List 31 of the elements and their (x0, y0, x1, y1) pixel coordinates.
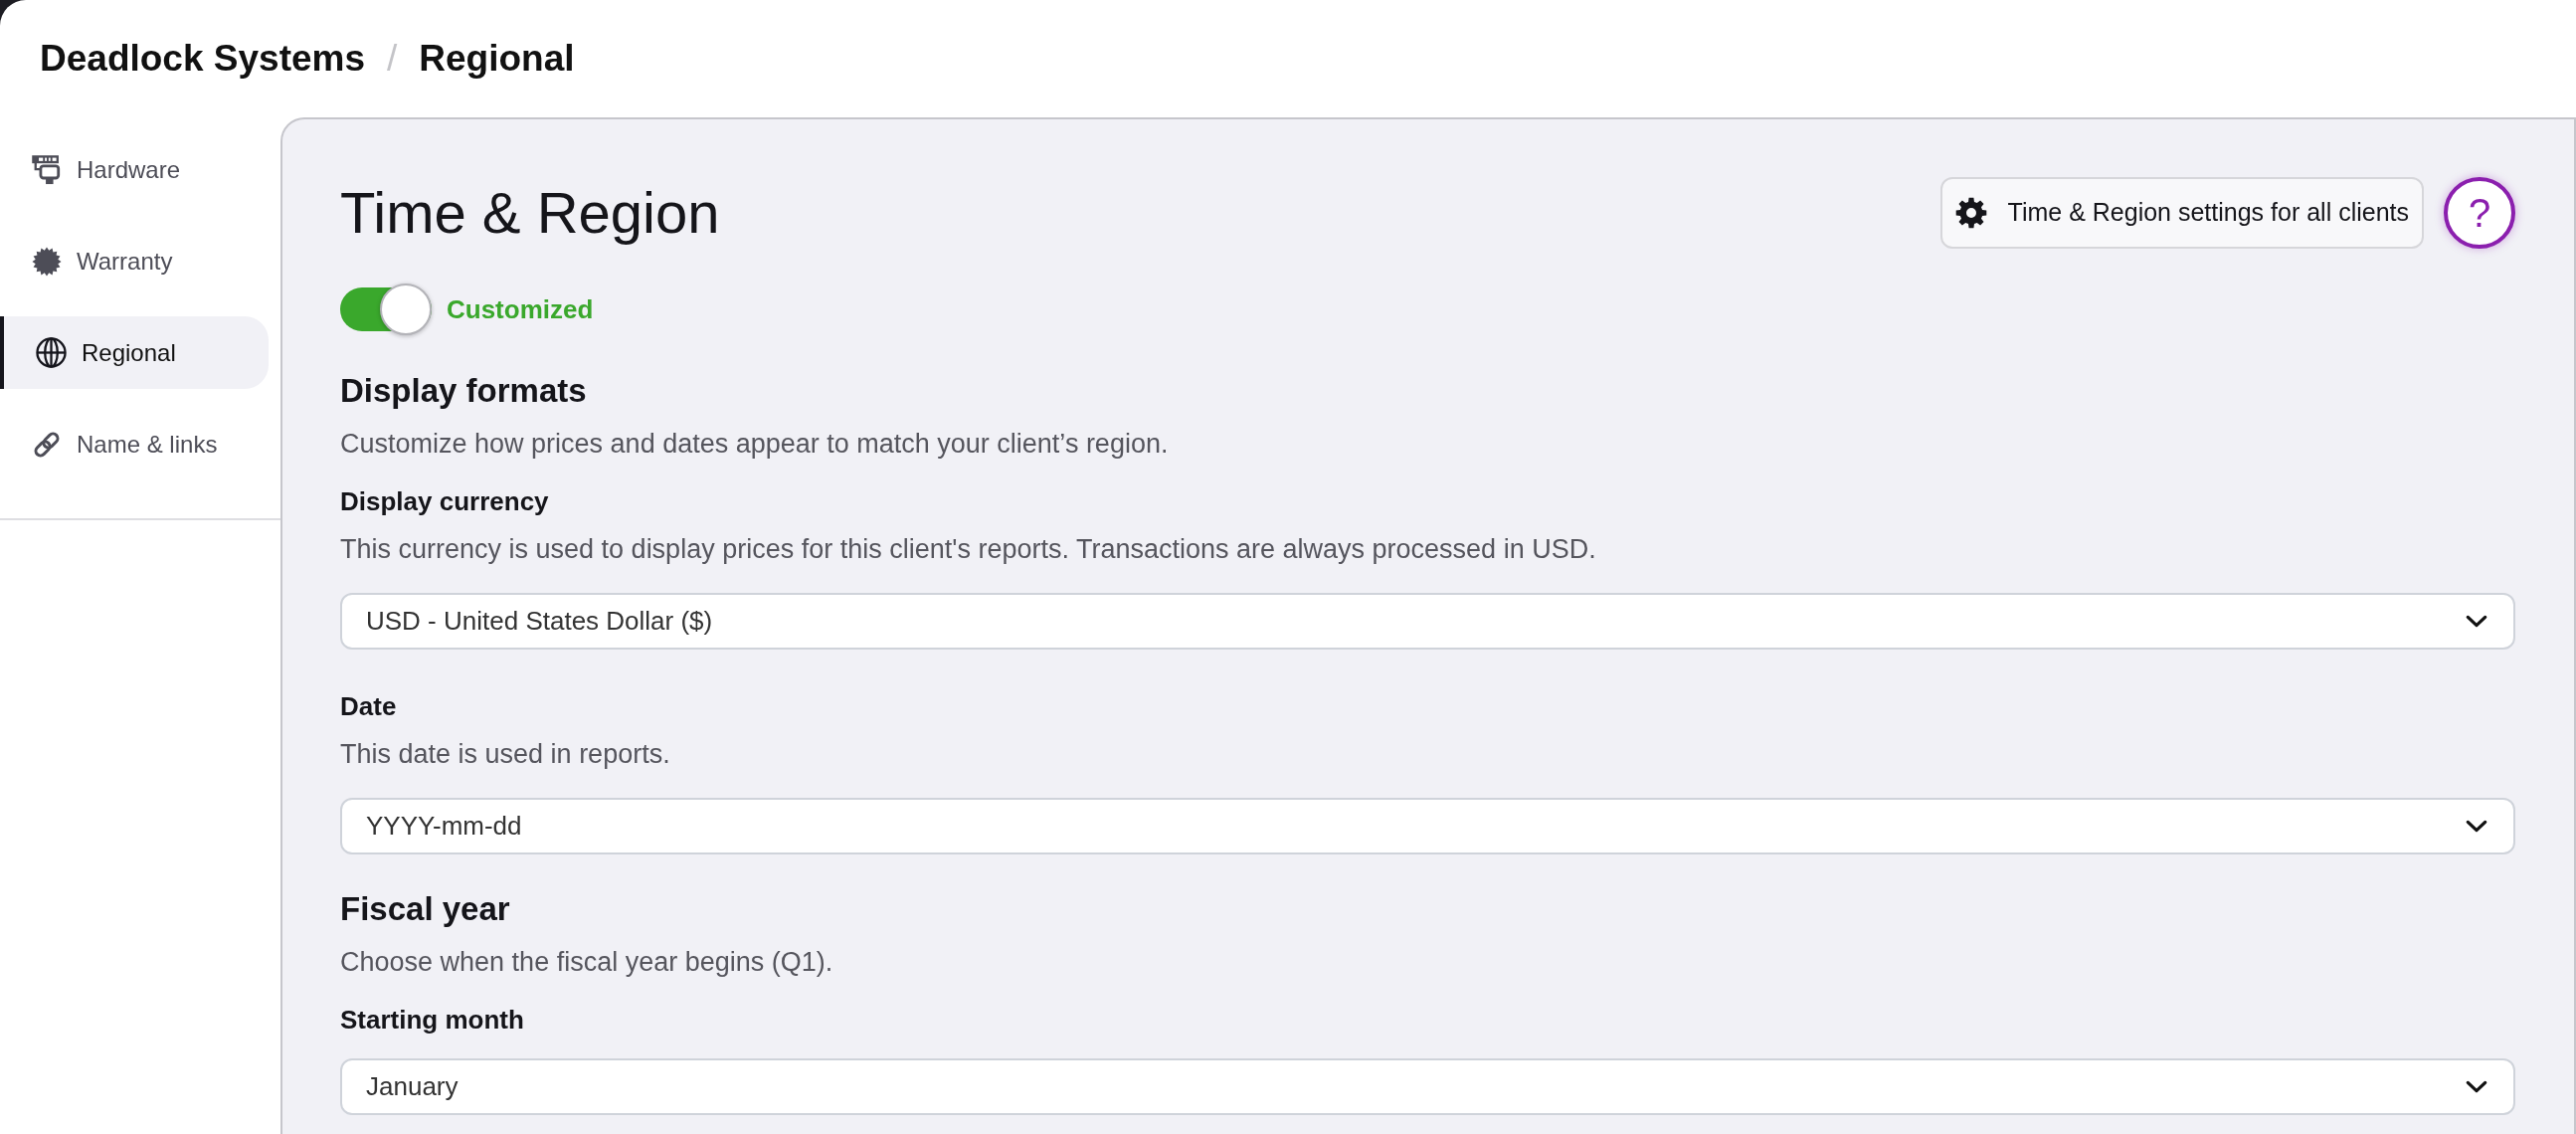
sidebar-item[interactable]: Name & links (0, 408, 269, 480)
sidebar-item[interactable]: Regional (0, 316, 269, 389)
field-label: Date (340, 690, 398, 723)
field-label: Starting month (340, 1004, 525, 1037)
help-button[interactable]: ? (2444, 177, 2515, 249)
dropdown-field[interactable]: USD - United States Dollar ($) (340, 593, 2515, 650)
page-title: Time & Region (340, 179, 721, 247)
toggle-label: Customized (447, 292, 594, 326)
dropdown-field[interactable]: YYYY-mm-dd (340, 798, 2515, 854)
section-description: Customize how prices and dates appear to match your client’s region. (340, 428, 1170, 461)
seal-icon (32, 246, 62, 277)
dropdown-field[interactable]: January (340, 1058, 2515, 1115)
sidebar-item[interactable]: Hardware (0, 133, 269, 206)
field-label: Display currency (340, 485, 550, 518)
breadcrumb-separator: / (387, 37, 398, 82)
all-clients-settings-button[interactable]: Time & Region settings for all clients (1939, 177, 2424, 249)
field-hint: This currency is used to display prices for this client's reports. Transactions are always processed in USD. (340, 533, 1597, 566)
section-heading: Display formats (340, 371, 588, 411)
globe-icon (36, 337, 67, 368)
breadcrumb-link[interactable]: Deadlock Systems (40, 31, 365, 87)
toggle-switch[interactable] (340, 283, 432, 336)
chevron-down-icon (2466, 1080, 2487, 1093)
breadcrumb-current: Regional (419, 37, 575, 82)
section-heading: Fiscal year (340, 889, 511, 929)
sidebar-item[interactable]: Warranty (0, 225, 269, 297)
section-description: Choose when the fiscal year begins (Q1). (340, 946, 834, 979)
field-hint: This date is used in reports. (340, 738, 671, 771)
gear-icon (1954, 197, 1987, 229)
monitor-icon (32, 154, 62, 185)
chevron-down-icon (2466, 820, 2487, 833)
chevron-down-icon (2466, 615, 2487, 628)
